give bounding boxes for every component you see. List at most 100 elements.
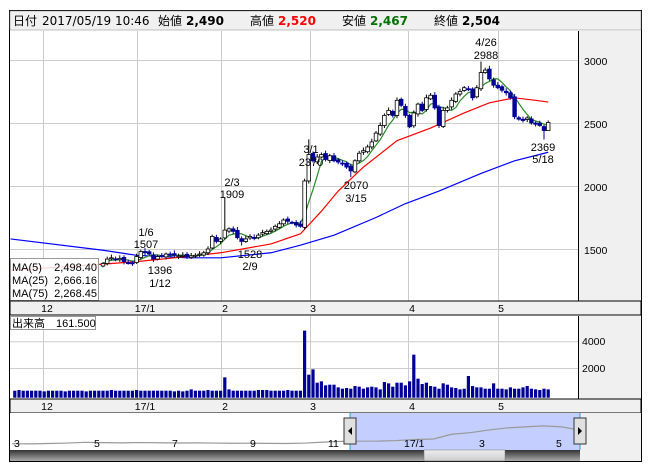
date-value: 2017/05/19 10:46 xyxy=(42,14,150,28)
volume-bar xyxy=(315,382,319,398)
volume-bar xyxy=(25,390,29,398)
volume-bar xyxy=(412,354,416,398)
price-tick: 2000 xyxy=(584,182,608,194)
date-axis-volume xyxy=(9,398,642,414)
annotation-price: 2988 xyxy=(474,50,498,62)
volume-bar xyxy=(248,390,252,398)
navigator-selection[interactable] xyxy=(350,413,580,450)
candle-up xyxy=(373,132,379,142)
candle-down xyxy=(285,218,290,222)
candle-down xyxy=(407,115,412,128)
date-axis-main xyxy=(9,300,642,316)
annotation-date: 2/9 xyxy=(242,261,257,273)
candle-up xyxy=(163,253,169,258)
annotation-price: 1396 xyxy=(148,265,172,277)
candle-up xyxy=(382,115,387,126)
date-tick: 2 xyxy=(222,401,228,413)
volume-bar xyxy=(286,390,290,398)
candle-up xyxy=(100,263,106,267)
low-value: 2,467 xyxy=(370,14,408,28)
volume-bar xyxy=(13,390,17,398)
volume-bar xyxy=(265,390,269,398)
volume-bar xyxy=(340,388,344,398)
volume-bar xyxy=(546,389,550,398)
volume-bar xyxy=(458,389,462,398)
navigator-tick: 7 xyxy=(172,438,178,450)
candle-up xyxy=(474,87,479,98)
volume-bar xyxy=(114,390,118,398)
volume-bar xyxy=(324,385,328,398)
volume-bar xyxy=(240,390,244,398)
annotation-date: 1/12 xyxy=(149,278,170,290)
candle-up xyxy=(356,152,362,162)
volume-bar xyxy=(181,391,185,398)
candle-down xyxy=(331,155,337,162)
volume-bar xyxy=(210,390,214,398)
volume-bar xyxy=(189,389,193,398)
candle-up xyxy=(411,112,416,127)
candle-down xyxy=(214,237,219,242)
price-tick: 1500 xyxy=(584,245,608,257)
date-tick: 17/1 xyxy=(135,303,156,315)
ma25-label: MA(25) xyxy=(12,275,48,287)
candle-down xyxy=(403,105,408,116)
volume-bar xyxy=(361,388,365,398)
volume-bar xyxy=(164,390,168,398)
volume-bar xyxy=(76,390,80,398)
volume-bar xyxy=(387,383,391,398)
candle-up xyxy=(155,256,160,260)
volume-bar xyxy=(93,390,97,398)
volume-bar xyxy=(483,388,487,398)
navigator-left-handle[interactable] xyxy=(343,417,357,445)
candle-down xyxy=(390,111,395,116)
ma75-label: MA(75) xyxy=(12,288,48,300)
candle-down xyxy=(398,98,404,106)
volume-bar xyxy=(416,378,420,398)
volume-bar xyxy=(471,386,475,398)
volume-bar xyxy=(403,385,407,398)
candle-down xyxy=(508,92,513,99)
candle-down xyxy=(533,122,538,125)
scrollbar-thumb[interactable] xyxy=(423,449,506,462)
volume-bar xyxy=(261,390,265,398)
date-tick: 4 xyxy=(409,401,415,413)
volume-bar xyxy=(193,390,197,398)
candle-up xyxy=(205,248,211,254)
volume-bar xyxy=(105,390,109,398)
volume-axis-panel xyxy=(578,316,641,399)
date-tick: 4 xyxy=(409,303,415,315)
navigator-right-handle[interactable] xyxy=(573,417,587,445)
volume-bar xyxy=(88,390,92,398)
volume-bar xyxy=(172,391,176,398)
volume-bar xyxy=(382,382,386,398)
candle-up xyxy=(369,141,374,148)
annotation-date: 1/6 xyxy=(138,227,153,239)
volume-bar xyxy=(517,388,521,398)
annotation-price: 2070 xyxy=(344,180,368,192)
navigator-tick: 17/1 xyxy=(404,438,425,450)
candle-up xyxy=(525,117,530,120)
candle-up xyxy=(352,160,358,173)
candle-up xyxy=(453,93,458,102)
candle-down xyxy=(142,251,148,254)
high-label: 高値 xyxy=(250,13,274,28)
candle-down xyxy=(126,262,131,265)
volume-bar xyxy=(370,386,374,398)
volume-bar xyxy=(378,389,382,398)
close-value: 2,504 xyxy=(462,14,500,28)
candle-down xyxy=(344,162,349,168)
candle-down xyxy=(537,122,542,126)
candle-up xyxy=(457,91,463,95)
candle-up xyxy=(386,110,391,115)
volume-bar xyxy=(408,381,412,398)
date-tick: 12 xyxy=(41,401,53,413)
volume-bar xyxy=(395,382,399,398)
volume-bar xyxy=(374,387,378,398)
volume-bar xyxy=(151,390,155,398)
candle-down xyxy=(516,117,521,120)
volume-bar xyxy=(198,390,202,398)
candle-down xyxy=(159,255,164,257)
volume-bar xyxy=(542,388,546,398)
volume-bar xyxy=(130,390,134,398)
volume-bar xyxy=(353,386,357,398)
